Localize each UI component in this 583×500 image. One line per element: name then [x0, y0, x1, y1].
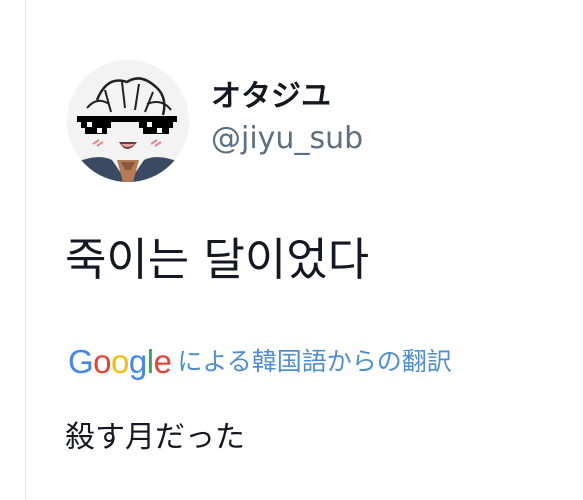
google-logo-letter: e	[153, 343, 172, 380]
translation-label[interactable]: による韓国語からの翻訳	[177, 342, 451, 382]
timeline-border	[25, 0, 26, 500]
avatar[interactable]	[67, 60, 189, 182]
avatar-image	[67, 60, 189, 182]
user-handle[interactable]: @jiyu_sub	[211, 121, 363, 157]
google-logo: Google	[68, 342, 172, 382]
google-logo-letter: o	[111, 343, 129, 380]
google-logo-letter: l	[146, 343, 154, 380]
translated-text: 殺す月だった	[65, 420, 245, 455]
google-logo-letter: G	[68, 343, 94, 380]
google-logo-letter: o	[93, 343, 112, 380]
tweet-text: 죽이는 달이었다	[65, 233, 370, 286]
google-logo-letter: g	[128, 343, 147, 380]
translation-attribution[interactable]: Google による韓国語からの翻訳	[68, 342, 452, 382]
display-name[interactable]: オタジユ	[211, 79, 331, 115]
